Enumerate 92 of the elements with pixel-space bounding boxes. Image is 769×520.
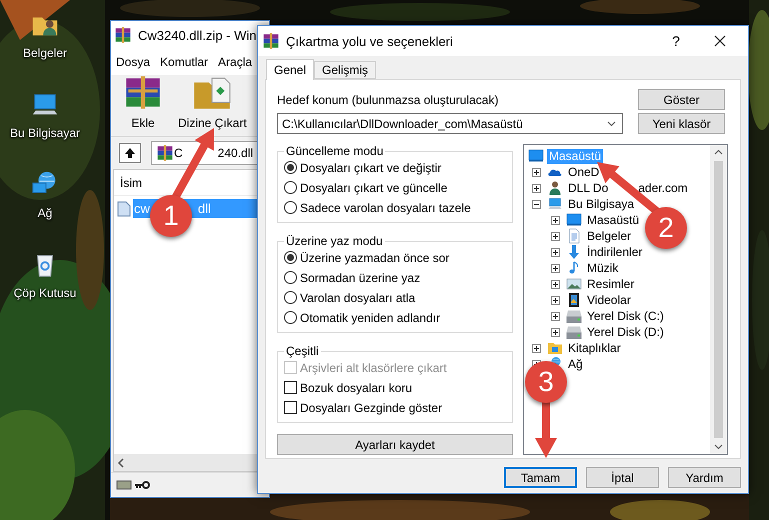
column-header[interactable]: İsim [120, 176, 142, 190]
tab[interactable]: Genel [266, 59, 314, 80]
file-icon [117, 200, 131, 216]
tab[interactable]: Gelişmiş [314, 61, 376, 79]
tree-item[interactable]: Resimler [585, 276, 636, 292]
option-label[interactable]: Dosyaları Gezginde göster [300, 400, 442, 414]
option-label[interactable]: Sadece varolan dosyaları tazele [300, 200, 471, 214]
up-arrow-icon [124, 147, 136, 159]
option-label[interactable]: Üzerine yazmadan önce sor [300, 250, 450, 264]
dialog-title: Çıkartma yolu ve seçenekleri [286, 34, 454, 48]
tree-item[interactable]: OneD [566, 164, 602, 180]
radio-button[interactable] [284, 251, 297, 264]
archive-icon [262, 32, 280, 50]
desktop-icon [528, 148, 544, 164]
vertical-scrollbar[interactable] [710, 145, 727, 454]
field-label: Hedef konum (bulunmazsa oluşturulacak) [277, 93, 500, 107]
tree-item[interactable]: Bu Bilgisaya [566, 196, 636, 212]
option-label[interactable]: Bozuk dosyaları koru [300, 380, 412, 394]
option-label[interactable]: Dosyaları çıkart ve değiştir [300, 160, 442, 174]
radio-button[interactable] [284, 181, 297, 194]
toolbar-button[interactable]: Dizine Çıkart [175, 72, 250, 130]
tree-item[interactable]: İndirilenler [585, 244, 644, 260]
expand-icon[interactable] [550, 216, 560, 224]
dialog-button[interactable]: Göster [638, 89, 725, 110]
scroll-down-icon[interactable] [714, 444, 723, 450]
expand-icon[interactable] [532, 344, 540, 352]
arrow [535, 402, 557, 458]
up-button[interactable] [119, 143, 141, 163]
computer-icon [547, 196, 563, 212]
option-label[interactable]: Otomatik yeniden adlandır [300, 310, 440, 324]
dialog-button[interactable]: Tamam [504, 467, 577, 488]
dropdown-icon[interactable] [607, 120, 616, 126]
option-label[interactable]: Dosyaları çıkart ve güncelle [300, 180, 448, 194]
toolbar-button[interactable]: Ekle [119, 72, 167, 130]
window-title: Cw3240.dll.zip - Win [138, 28, 256, 42]
menu-item[interactable]: Araçla [218, 55, 252, 69]
checkbox[interactable] [284, 401, 297, 414]
tree-item[interactable]: Yerel Disk (C:) [585, 308, 666, 324]
download-icon [566, 244, 582, 260]
expand-icon[interactable] [550, 232, 560, 240]
document-icon [566, 228, 582, 244]
option-label[interactable]: Varolan dosyaları atla [300, 290, 416, 304]
dialog-button[interactable]: Yeni klasör [638, 113, 725, 134]
dialog-button[interactable]: İptal [586, 467, 659, 488]
user-icon [547, 180, 563, 196]
tree-item[interactable]: Masaüstü [585, 212, 642, 228]
scroll-left-icon[interactable] [117, 458, 125, 468]
tree-item[interactable]: Kitaplıklar [566, 340, 623, 356]
drive-icon [116, 479, 132, 491]
expand-icon[interactable] [550, 280, 560, 288]
group-title: Çeşitli [285, 344, 320, 358]
key-icon [134, 480, 150, 490]
expand-icon[interactable] [532, 184, 540, 192]
radio-button[interactable] [284, 311, 297, 324]
dialog-button[interactable]: Yardım [668, 467, 741, 488]
drive-icon [566, 308, 582, 324]
group-title: Üzerine yaz modu [285, 234, 384, 248]
film-icon [566, 292, 582, 308]
tree-item[interactable]: Ağ [566, 356, 585, 372]
menu-item[interactable]: Dosya [116, 55, 150, 69]
tree-item[interactable]: Yerel Disk (D:) [585, 324, 666, 340]
radio-button[interactable] [284, 271, 297, 284]
image-icon [566, 276, 582, 292]
archive-icon [156, 144, 174, 162]
expand-icon[interactable] [550, 264, 560, 272]
tree-item[interactable]: Belgeler [585, 228, 634, 244]
tree-item[interactable]: Müzik [585, 260, 620, 276]
checkbox[interactable] [284, 381, 297, 394]
expand-icon[interactable] [550, 248, 560, 256]
radio-button[interactable] [284, 291, 297, 304]
expand-icon[interactable] [550, 312, 560, 320]
save-settings-button[interactable]: Ayarları kaydet [277, 434, 513, 455]
expand-icon[interactable] [532, 168, 540, 176]
radio-button[interactable] [284, 201, 297, 214]
tree-item[interactable]: Videolar [585, 292, 633, 308]
tree-item[interactable]: DLL Do [566, 180, 610, 196]
close-icon[interactable] [714, 35, 726, 47]
expand-icon[interactable] [550, 296, 560, 304]
desktop-icon [566, 212, 582, 228]
tree-item[interactable]: ader.com [636, 180, 690, 196]
scroll-up-icon[interactable] [714, 149, 723, 155]
expand-icon[interactable] [550, 328, 560, 336]
drive-icon [566, 324, 582, 340]
group-title: Güncelleme modu [285, 144, 384, 158]
option-label[interactable]: Sormadan üzerine yaz [300, 270, 420, 284]
help-button[interactable]: ? [656, 33, 696, 49]
archive-icon [114, 26, 132, 44]
destination-field[interactable]: C:\Kullanıcılar\DllDownloader_com\Masaüstü [277, 113, 623, 134]
folder-icon [547, 340, 563, 356]
radio-button[interactable] [284, 161, 297, 174]
menu-item[interactable]: Komutlar [160, 55, 208, 69]
collapse-icon[interactable] [532, 200, 540, 208]
